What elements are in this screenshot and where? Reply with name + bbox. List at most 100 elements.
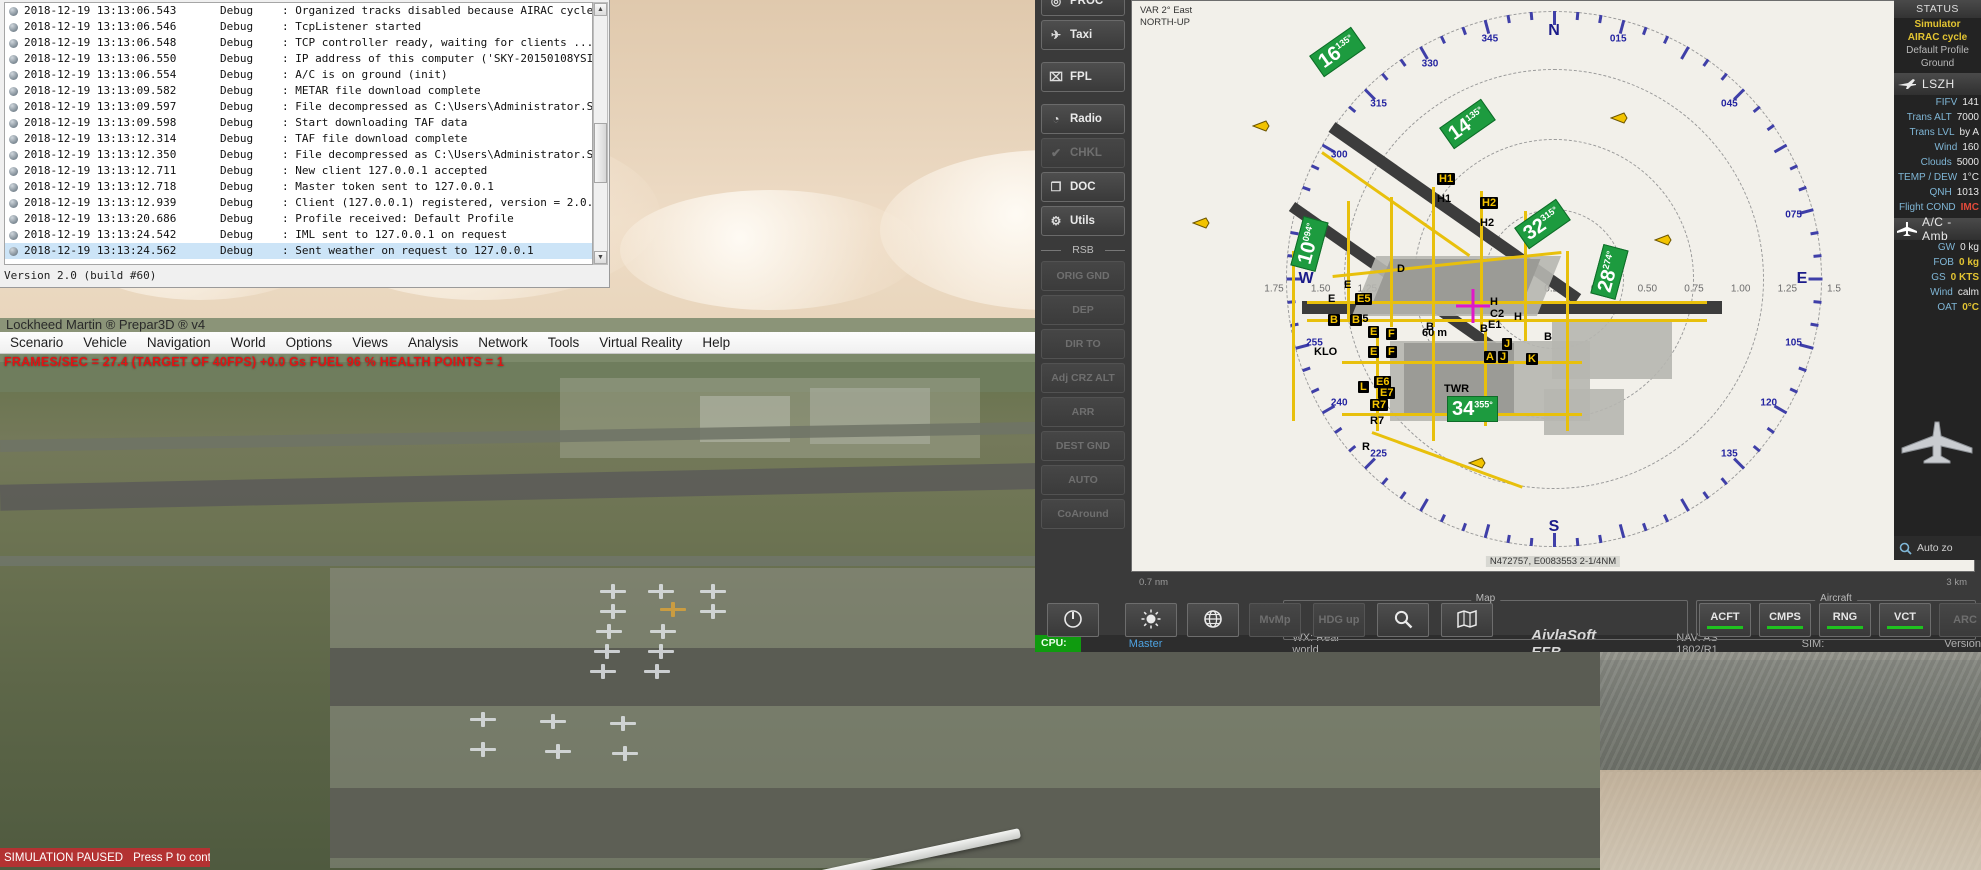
globe-button[interactable] (1187, 603, 1239, 637)
active-indicator (1707, 626, 1743, 629)
compass-bearing-label: 135 (1721, 449, 1738, 460)
power-button[interactable] (1047, 603, 1099, 637)
taxiway-label: E (1368, 326, 1379, 338)
cmps-button[interactable]: CMPS (1759, 603, 1811, 637)
efb-sidebar-taxi-button[interactable]: ✈Taxi (1041, 20, 1125, 50)
log-row[interactable]: 2018-12-19 13:13:24.542Debug: IML sent t… (5, 227, 592, 243)
sim-menu-item-network[interactable]: Network (468, 333, 538, 352)
sim-menu-item-help[interactable]: Help (692, 333, 740, 352)
log-row[interactable]: 2018-12-19 13:13:06.548Debug: TCP contro… (5, 35, 592, 51)
zoom-button[interactable] (1377, 603, 1429, 637)
log-row[interactable]: 2018-12-19 13:13:06.543Debug: Organized … (5, 3, 592, 19)
log-row[interactable]: 2018-12-19 13:13:09.582Debug: METAR file… (5, 83, 592, 99)
taxiway-label: J (1502, 338, 1512, 350)
log-message: : IML sent to 127.0.0.1 on request (282, 227, 592, 243)
log-row[interactable]: 2018-12-19 13:13:20.686Debug: Profile re… (5, 211, 592, 227)
sim-menubar[interactable]: ScenarioVehicleNavigationWorldOptionsVie… (0, 332, 1035, 354)
log-row[interactable]: 2018-12-19 13:13:06.554Debug: A/C is on … (5, 67, 592, 83)
log-row[interactable]: 2018-12-19 13:13:24.562Debug: Sent weath… (5, 243, 592, 259)
log-row[interactable]: 2018-12-19 13:13:09.597Debug: File decom… (5, 99, 592, 115)
acft-button[interactable]: ACFT (1699, 603, 1751, 637)
efb-sidebar-fpl-button[interactable]: ⌧FPL (1041, 62, 1125, 92)
efb-rsb-label: DEP (1072, 304, 1094, 316)
scrollbar-thumb[interactable] (594, 123, 607, 183)
efb-toolbar[interactable]: CPU: 0.0% Master WX: Real world AivlaSof… (1035, 590, 1981, 652)
log-window[interactable]: 2018-12-19 13:13:06.543Debug: Organized … (0, 0, 610, 288)
log-level-icon (9, 119, 18, 128)
airport-header[interactable]: LSZH (1894, 73, 1981, 95)
log-level-icon (9, 39, 18, 48)
sim-menu-item-vehicle[interactable]: Vehicle (73, 333, 137, 352)
log-level: Debug (220, 211, 282, 227)
log-row[interactable]: 2018-12-19 13:13:06.546Debug: TcpListene… (5, 19, 592, 35)
log-message: : METAR file download complete (282, 83, 592, 99)
compass-bearing-label: 120 (1760, 398, 1777, 409)
log-scrollbar[interactable]: ▲ ▼ (593, 2, 608, 265)
info-row-key: GW (1938, 240, 1955, 255)
secondary-display-scenery (1600, 652, 1981, 772)
log-level: Debug (220, 67, 282, 83)
log-row[interactable]: 2018-12-19 13:13:12.718Debug: Master tok… (5, 179, 592, 195)
efb-sidebar-doc-button[interactable]: ❐DOC (1041, 172, 1125, 202)
log-timestamp: 2018-12-19 13:13:06.543 (24, 3, 220, 19)
status-sidebar[interactable]: STATUS SimulatorAIRAC cycleDefault Profi… (1894, 0, 1981, 560)
maptool-button[interactable] (1441, 603, 1493, 637)
brightness-button[interactable] (1125, 603, 1177, 637)
sim-menu-item-analysis[interactable]: Analysis (398, 333, 468, 352)
sim-window-title: Lockheed Martin ® Prepar3D ® v4 (6, 317, 205, 332)
log-row[interactable]: 2018-12-19 13:13:12.939Debug: Client (12… (5, 195, 592, 211)
sim-menu-item-views[interactable]: Views (342, 333, 398, 352)
compass-bearing-label: 075 (1785, 209, 1802, 220)
taxiway-label: H (1490, 296, 1498, 308)
airport-info-rows: FIFV141Trans ALT7000Trans LVLby AWind160… (1894, 95, 1981, 215)
taxiway-label: H2 (1480, 197, 1498, 209)
log-list[interactable]: 2018-12-19 13:13:06.543Debug: Organized … (4, 2, 593, 265)
sim-menu-item-navigation[interactable]: Navigation (137, 333, 221, 352)
efb-panel[interactable]: ◎PROC✈Taxi⌧FPL◔Radio✔CHKL❐DOC⚙UtilsRSBOR… (1035, 0, 1981, 652)
info-row: FIFV141 (1894, 95, 1981, 110)
efb-map[interactable]: VAR 2° East NORTH-UP 0150450751051201352… (1131, 0, 1975, 572)
log-row[interactable]: 2018-12-19 13:13:12.350Debug: File decom… (5, 147, 592, 163)
taxiway-label: F (1386, 328, 1397, 340)
user-aircraft (300, 738, 1000, 870)
info-row: QNH1013 (1894, 185, 1981, 200)
rng-button[interactable]: RNG (1819, 603, 1871, 637)
efb-sidebar[interactable]: ◎PROC✈Taxi⌧FPL◔Radio✔CHKL❐DOC⚙UtilsRSBOR… (1041, 0, 1127, 652)
log-row[interactable]: 2018-12-19 13:13:09.598Debug: Start down… (5, 115, 592, 131)
scroll-up-arrow[interactable]: ▲ (594, 3, 607, 16)
sim-menu-item-virtual-reality[interactable]: Virtual Reality (589, 333, 692, 352)
taxiway-label: B (1328, 314, 1340, 326)
sim-menu-item-options[interactable]: Options (276, 333, 343, 352)
runway-course: 355° (1474, 399, 1493, 409)
globe-icon (1203, 609, 1223, 632)
info-row-value: by A (1960, 125, 1979, 140)
sim-menu-item-scenario[interactable]: Scenario (0, 333, 73, 352)
taxiway-centerline (1566, 251, 1569, 431)
ownship-marker (1456, 289, 1490, 323)
efb-sidebar-radio-button[interactable]: ◔Radio (1041, 104, 1125, 134)
aircraft-label: A/C - Amb (1922, 215, 1981, 243)
sim-menu-item-tools[interactable]: Tools (538, 333, 590, 352)
log-row[interactable]: 2018-12-19 13:13:12.711Debug: New client… (5, 163, 592, 179)
airport-icao-label: LSZH (1922, 77, 1955, 91)
auto-zoom-control[interactable]: Auto zo (1894, 536, 1981, 560)
runway-ident-16[interactable]: 16135° (1309, 27, 1366, 77)
efb-sidebar-utils-button[interactable]: ⚙Utils (1041, 206, 1125, 236)
efb-sidebar-label: Utils (1070, 215, 1095, 227)
power-icon (1063, 609, 1083, 632)
sim-menu-item-world[interactable]: World (221, 333, 276, 352)
aircraft-header[interactable]: A/C - Amb (1894, 218, 1981, 240)
log-level-icon (9, 199, 18, 208)
log-row[interactable]: 2018-12-19 13:13:12.314Debug: TAF file d… (5, 131, 592, 147)
active-indicator (1827, 626, 1863, 629)
log-row[interactable]: 2018-12-19 13:13:06.550Debug: IP address… (5, 51, 592, 67)
taxiway-label: H1 (1437, 193, 1451, 205)
status-line-text: AIRAC cycle (1908, 32, 1967, 43)
efb-sidebar-proc-button[interactable]: ◎PROC (1041, 0, 1125, 16)
taxiway-label: F (1386, 346, 1397, 358)
scroll-down-arrow[interactable]: ▼ (594, 251, 607, 264)
log-level: Debug (220, 115, 282, 131)
vct-button[interactable]: VCT (1879, 603, 1931, 637)
info-row-value: 1°C (1962, 170, 1979, 185)
runway-ident-34[interactable]: 34355° (1447, 396, 1498, 422)
